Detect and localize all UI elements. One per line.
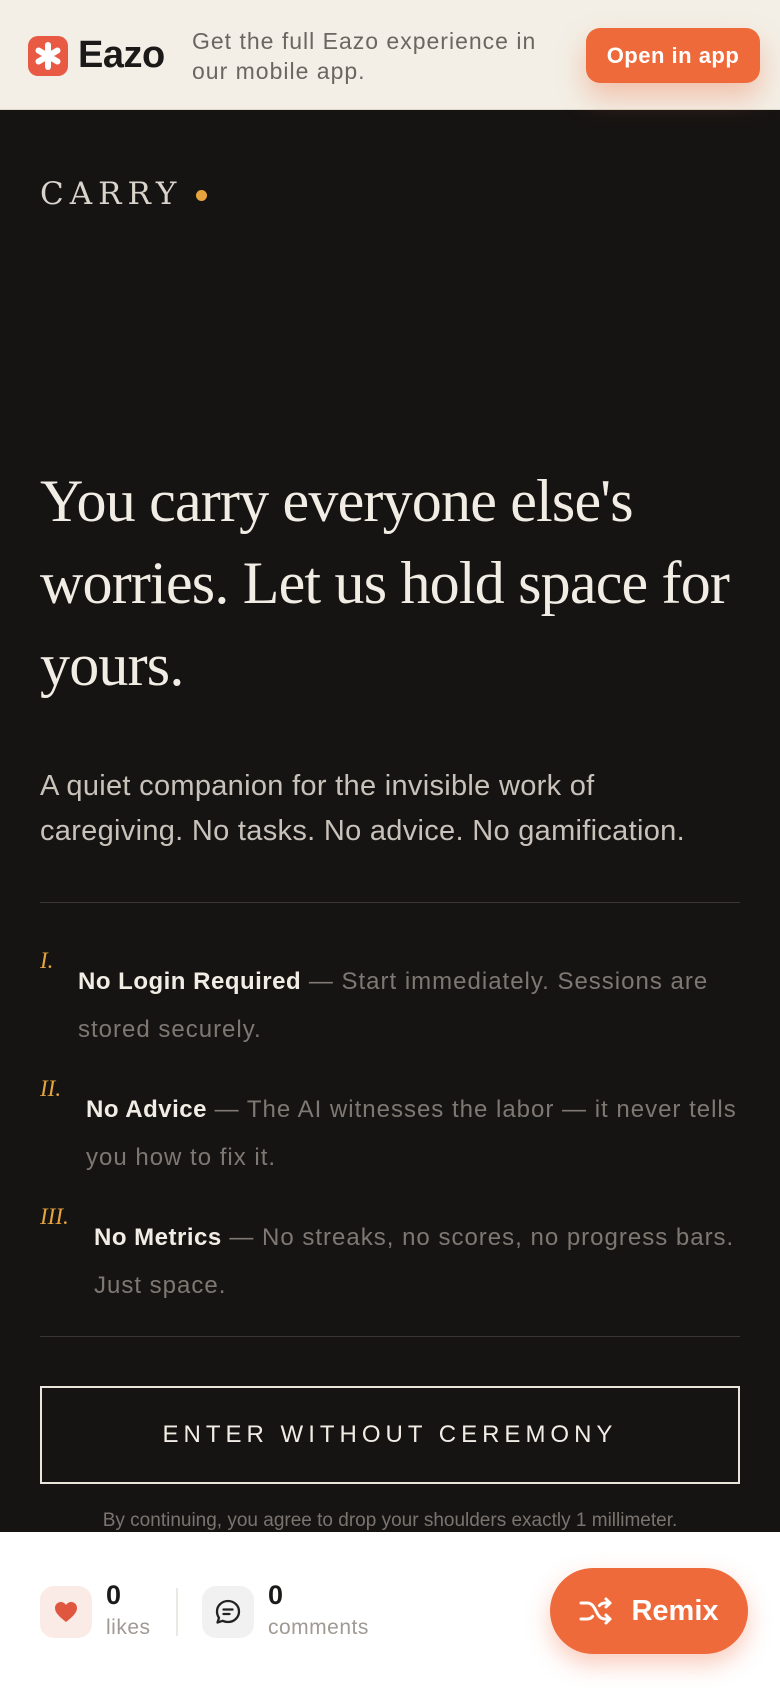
divider-top — [40, 902, 740, 903]
remix-button[interactable]: Remix — [550, 1568, 748, 1654]
feature-title: No Advice — [86, 1096, 207, 1123]
social-bar: 0 likes 0 comments Remix — [0, 1532, 780, 1688]
divider-bottom — [40, 1336, 740, 1337]
feature-text: No Advice — The AI witnesses the labor —… — [86, 1086, 738, 1182]
page-subtitle: A quiet companion for the invisible work… — [40, 770, 685, 847]
feature-item: II. No Advice — The AI witnesses the lab… — [40, 1076, 740, 1176]
remix-label: Remix — [631, 1594, 719, 1627]
status-dot — [196, 189, 208, 201]
app-banner: Eazo Get the full Eazo experience in our… — [0, 0, 780, 110]
heart-icon[interactable] — [40, 1586, 92, 1638]
stat-divider — [176, 1588, 178, 1636]
enter-button[interactable]: ENTER WITHOUT CEREMONY — [40, 1386, 740, 1484]
likes-count: 0 — [106, 1580, 122, 1610]
comments-count: 0 — [268, 1580, 284, 1610]
banner-message: Get the full Eazo experience in our mobi… — [192, 28, 537, 84]
feature-numeral: III. — [40, 1204, 69, 1229]
page-title: You carry everyone else's worries. Let u… — [40, 468, 730, 698]
eyebrow-label: CARRY — [40, 176, 183, 212]
brand-name: Eazo — [78, 34, 165, 76]
likes-label: likes — [106, 1616, 151, 1639]
feature-item: III. No Metrics — No streaks, no scores,… — [40, 1204, 740, 1304]
feature-text: No Metrics — No streaks, no scores, no p… — [94, 1214, 742, 1310]
feature-title: No Login Required — [78, 968, 302, 995]
eyebrow: CARRY — [40, 176, 208, 212]
eazo-logo-icon — [28, 36, 68, 76]
feature-text: No Login Required — Start immediately. S… — [78, 958, 738, 1054]
shuffle-icon — [579, 1597, 612, 1625]
disclaimer: By continuing, you agree to drop your sh… — [102, 1510, 678, 1531]
comment-icon[interactable] — [202, 1586, 254, 1638]
feature-title: No Metrics — [94, 1224, 222, 1251]
comments-label: comments — [268, 1616, 369, 1639]
feature-item: I. No Login Required — Start immediately… — [40, 948, 740, 1048]
feature-numeral: II. — [40, 1076, 62, 1101]
feature-numeral: I. — [40, 948, 54, 973]
open-in-app-button[interactable]: Open in app — [586, 28, 760, 83]
